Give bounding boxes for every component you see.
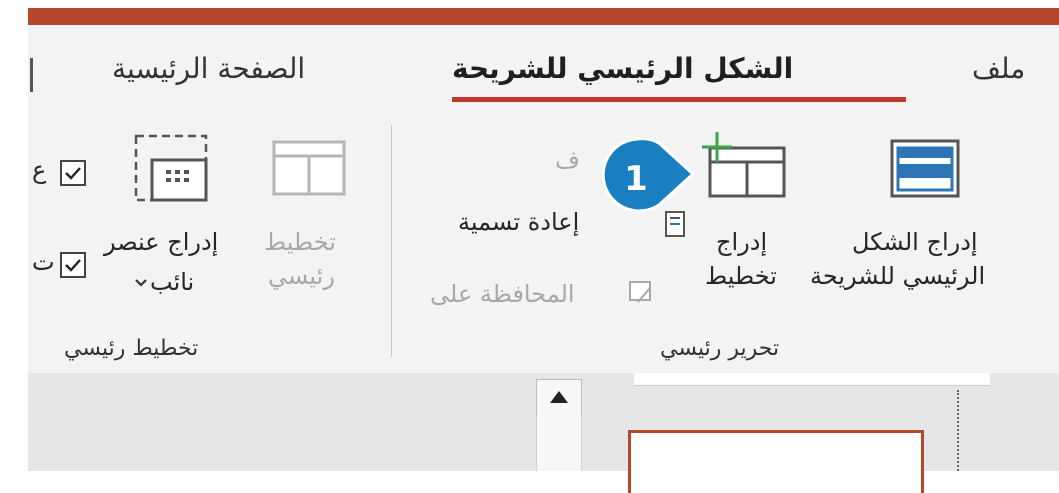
insert-placeholder-label-1: إدراج عنصر	[104, 228, 219, 256]
insert-slide-master-label-2: الرئيسي للشريحة	[810, 262, 986, 290]
scrollbar-track[interactable]	[536, 416, 582, 471]
preserve-label: المحافظة على	[430, 280, 575, 308]
preserve-icon	[629, 281, 651, 303]
tab-separator	[30, 58, 33, 92]
title-checkbox-label: ع	[32, 156, 47, 184]
tab-file[interactable]: ملف	[972, 52, 1025, 85]
checkbox-icon[interactable]	[60, 160, 86, 186]
master-layout-icon	[272, 140, 346, 196]
insert-layout-label-2: تخطيط	[705, 262, 777, 290]
footer-checkbox-label: ت	[32, 248, 55, 276]
master-layout-label-1: تخطيط	[264, 228, 336, 256]
group-separator	[391, 125, 392, 357]
placeholder-icon	[134, 134, 208, 202]
step-badge-number: 1	[624, 159, 648, 199]
slide-master-icon	[890, 139, 960, 198]
tab-home[interactable]: الصفحة الرئيسية	[112, 52, 305, 85]
master-layout-label-2: رئيسي	[268, 262, 335, 290]
insert-slide-master-label-1: إدراج الشكل	[852, 228, 978, 256]
dropdown-chevron-icon	[135, 279, 147, 287]
ruler	[634, 373, 990, 386]
master-layout-group-label: تخطيط رئيسي	[64, 336, 199, 361]
delete-label: ف	[555, 146, 580, 174]
checkbox-icon[interactable]	[60, 252, 86, 278]
insert-layout-label-1: إدراج	[716, 228, 768, 256]
edit-master-group-label: تحرير رئيسي	[660, 336, 780, 361]
slide-thumbnail[interactable]	[628, 430, 924, 493]
insert-layout-icon	[702, 132, 786, 198]
title-bar	[28, 8, 1059, 25]
tab-slide-master[interactable]: الشكل الرئيسي للشريحة	[452, 52, 793, 85]
scroll-up-arrow-icon	[550, 391, 568, 403]
guide-line	[957, 390, 959, 471]
rename-label: إعادة تسمية	[458, 208, 580, 236]
scroll-up-button[interactable]	[536, 379, 582, 417]
insert-placeholder-label-2: نائب	[150, 268, 195, 296]
active-tab-underline	[452, 97, 906, 102]
